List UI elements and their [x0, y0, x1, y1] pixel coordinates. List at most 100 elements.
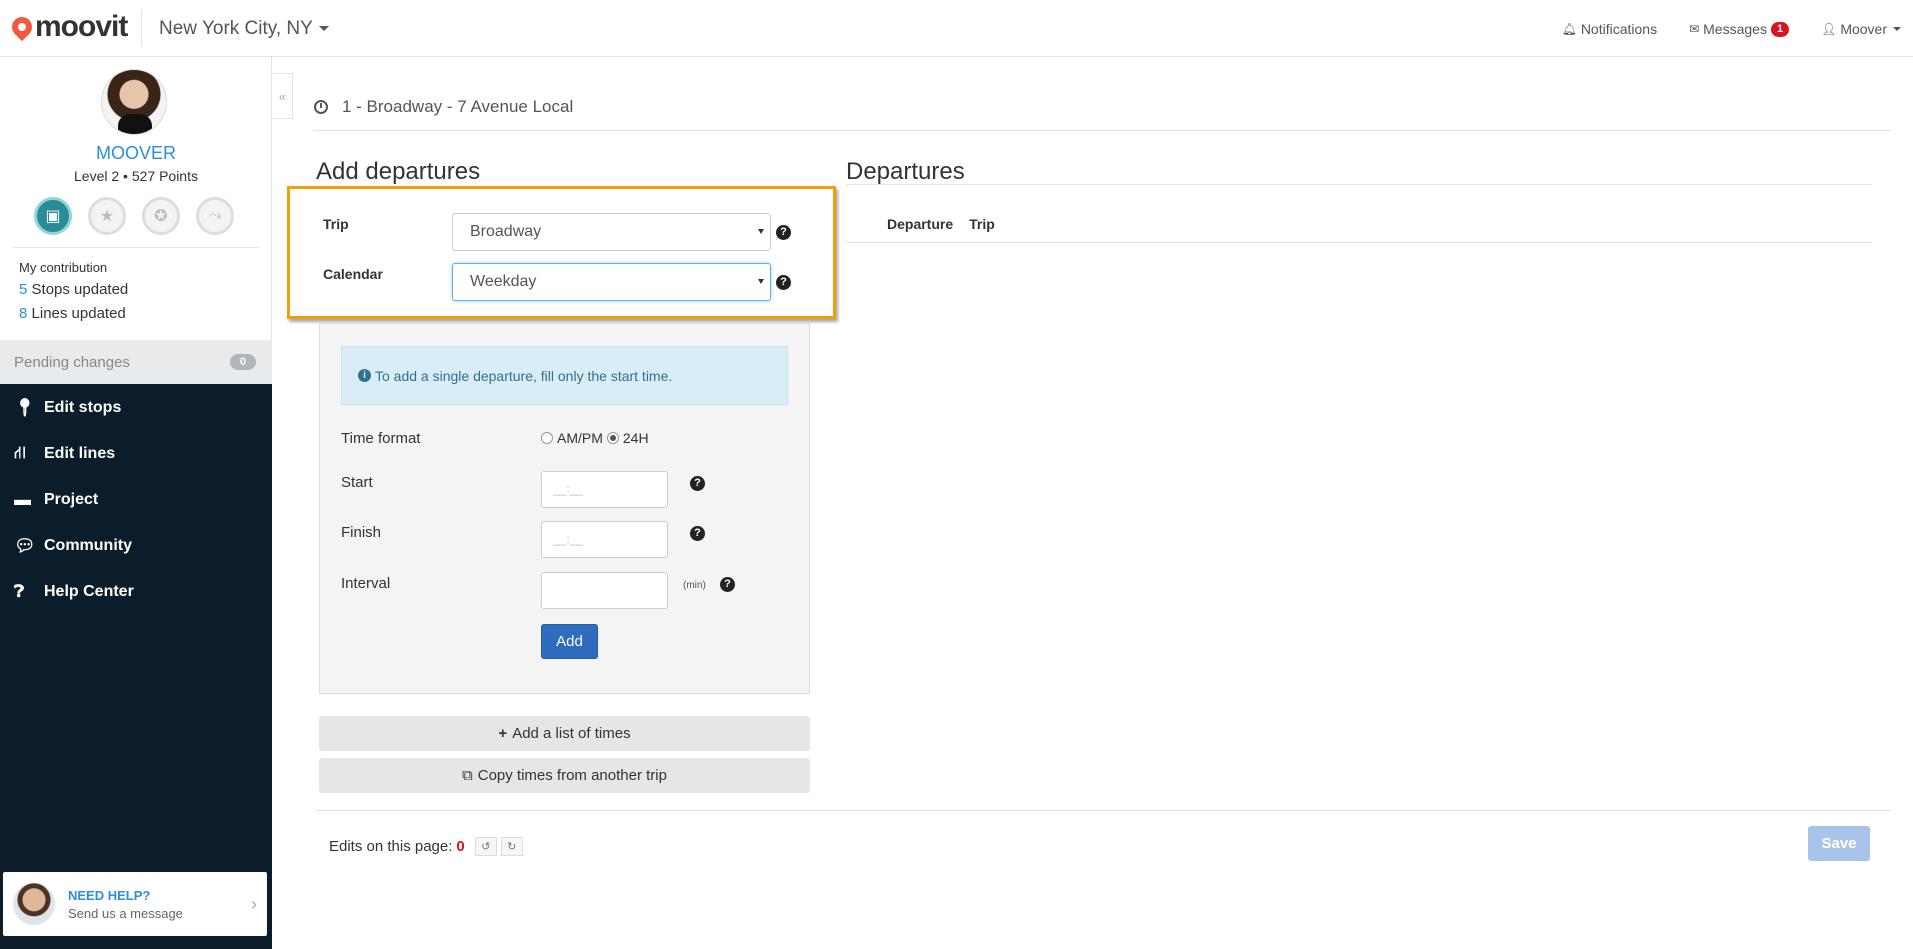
calendar-label: Calendar — [323, 266, 383, 282]
finish-label: Finish — [341, 524, 382, 541]
caret-down-icon — [318, 26, 329, 32]
top-nav: 🔔︎ Notifications ✉ Messages 1 👤︎ Moover — [1562, 21, 1901, 37]
ribbon-badge-icon[interactable]: ✪ — [142, 197, 180, 235]
help-icon[interactable]: ? — [776, 225, 791, 240]
trip-select[interactable]: Broadway — [452, 213, 771, 251]
edits-count: 0 — [456, 838, 465, 855]
chat-bubble-icon: 💬︎ — [14, 536, 36, 555]
help-subtitle: Send us a message — [68, 905, 183, 921]
star-badge-icon[interactable]: ★ — [88, 197, 126, 235]
username[interactable]: MOOVER — [0, 143, 272, 164]
achievement-badges: ▣ ★ ✪ ⤳ — [34, 197, 234, 235]
help-icon[interactable]: ? — [690, 476, 705, 491]
save-button[interactable]: Save — [1808, 826, 1870, 861]
sidebar-item-label: Edit stops — [44, 399, 122, 416]
copy-label: Copy times from another trip — [477, 767, 667, 784]
messages-label: Messages — [1703, 21, 1767, 37]
copy-times-button[interactable]: ⧉ Copy times from another trip — [319, 758, 810, 793]
departures-title: Departures — [846, 158, 965, 185]
messages-link[interactable]: ✉ Messages 1 — [1689, 21, 1790, 37]
caret-down-icon — [1893, 27, 1901, 31]
finish-time-input[interactable]: __:__ — [541, 521, 668, 558]
calendar-select[interactable]: Weekday — [452, 263, 771, 301]
city-selector[interactable]: New York City, NY — [159, 18, 329, 40]
plus-icon: + — [498, 725, 508, 742]
top-bar: moovit New York City, NY 🔔︎ Notification… — [0, 0, 1913, 57]
departures-table-header: Departure Trip — [887, 216, 995, 232]
info-icon: i — [358, 369, 371, 382]
logo-pin-icon — [7, 12, 37, 42]
sidebar-item-edit-lines[interactable]: ⛙ Edit lines — [0, 431, 272, 477]
edits-label: Edits on this page: — [329, 838, 453, 855]
24h-label: 24H — [622, 430, 649, 446]
help-icon[interactable]: ? — [690, 526, 705, 541]
lines-updated: 8 Lines updated — [19, 305, 126, 322]
sidebar-item-label: Project — [44, 491, 99, 508]
city-label: New York City, NY — [159, 18, 313, 39]
avatar[interactable] — [101, 69, 167, 135]
redo-icon[interactable]: ↻ — [500, 837, 523, 856]
pending-changes[interactable]: Pending changes 0 — [0, 340, 272, 384]
copy-icon: ⧉ — [462, 767, 473, 784]
sidebar-item-label: Community — [44, 537, 132, 554]
undo-icon[interactable]: ↺ — [474, 837, 497, 856]
contribution-title: My contribution — [19, 260, 108, 275]
time-format-label: Time format — [341, 430, 421, 447]
chevron-right-icon: › — [251, 894, 257, 914]
messages-badge: 1 — [1770, 21, 1790, 37]
time-format-options: AM/PM 24H — [541, 430, 649, 446]
sidebar-item-community[interactable]: 💬︎ Community — [0, 523, 272, 569]
divider — [141, 10, 142, 46]
interval-input[interactable] — [541, 572, 668, 609]
need-help-card[interactable]: NEED HELP? Send us a message › — [3, 872, 267, 936]
ampm-label: AM/PM — [557, 430, 603, 446]
edits-counter: Edits on this page: 0 ↺ ↻ — [329, 837, 523, 856]
sidebar-item-label: Help Center — [44, 583, 134, 600]
add-list-label: Add a list of times — [512, 725, 631, 742]
question-circle-icon: ❓︎ — [14, 582, 25, 601]
lines-count: 8 — [19, 305, 28, 322]
column-header-departure: Departure — [887, 216, 954, 232]
user-menu[interactable]: 👤︎ Moover — [1821, 21, 1901, 37]
moovit-logo[interactable]: moovit — [7, 12, 128, 42]
sidebar-item-project[interactable]: ▬ Project — [0, 477, 272, 523]
user-label: Moover — [1840, 21, 1887, 37]
start-label: Start — [341, 474, 373, 491]
folder-icon: ▬ — [14, 490, 31, 509]
notifications-label: Notifications — [1580, 21, 1658, 37]
stops-count: 5 — [19, 281, 28, 298]
bus-badge-icon[interactable]: ▣ — [34, 197, 72, 235]
user-icon: 👤︎ — [1821, 22, 1837, 36]
divider — [12, 247, 260, 248]
clock-icon — [314, 100, 328, 114]
pending-count-badge: 0 — [229, 354, 256, 370]
24h-radio[interactable] — [606, 432, 619, 444]
sidebar-nav: 📍︎ Edit stops ⛙ Edit lines ▬ Project 💬︎ … — [0, 384, 272, 949]
ampm-radio[interactable] — [541, 432, 553, 444]
add-button[interactable]: Add — [541, 624, 598, 659]
divider — [846, 242, 1872, 243]
add-list-of-times-button[interactable]: + Add a list of times — [319, 716, 810, 751]
stops-label: Stops updated — [31, 281, 129, 298]
trip-select-value: Broadway — [470, 223, 542, 240]
minutes-unit: (min) — [683, 580, 706, 591]
collapse-sidebar-button[interactable]: « — [273, 73, 293, 119]
divider — [314, 130, 1891, 131]
support-avatar — [13, 883, 55, 925]
column-header-trip: Trip — [969, 216, 995, 232]
sidebar-item-label: Edit lines — [44, 445, 116, 462]
notifications-link[interactable]: 🔔︎ Notifications — [1562, 21, 1658, 37]
calendar-select-value: Weekday — [470, 273, 537, 290]
start-time-input[interactable]: __:__ — [541, 471, 668, 508]
lines-label: Lines updated — [31, 305, 126, 322]
share-badge-icon[interactable]: ⤳ — [196, 197, 234, 235]
sidebar-item-help-center[interactable]: ❓︎ Help Center — [0, 569, 272, 615]
divider — [846, 184, 1872, 185]
help-icon[interactable]: ? — [776, 275, 791, 290]
divider — [316, 810, 1891, 811]
add-departures-title: Add departures — [316, 158, 481, 185]
sidebar-item-edit-stops[interactable]: 📍︎ Edit stops — [0, 385, 272, 431]
dropdown-arrow-icon — [758, 279, 764, 284]
help-icon[interactable]: ? — [720, 577, 735, 592]
level-points: Level 2 • 527 Points — [74, 168, 198, 184]
